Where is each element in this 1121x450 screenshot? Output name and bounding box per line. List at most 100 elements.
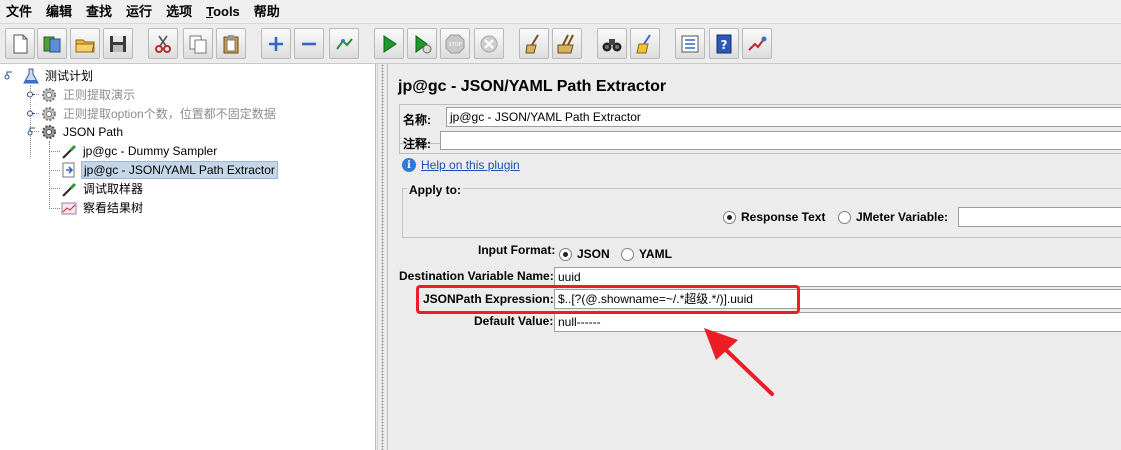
- annotation-arrow: [704, 328, 774, 396]
- svg-text:STOP: STOP: [448, 42, 461, 48]
- jmeter-variable-field[interactable]: [958, 207, 1121, 227]
- play-no-pause-icon: [415, 34, 432, 53]
- tree-toggle-handle[interactable]: [26, 127, 35, 136]
- tree-node-label: JSON Path: [63, 124, 124, 139]
- radio-unselected-icon: [621, 247, 634, 261]
- tree-node-test-plan[interactable]: 测试计划: [22, 66, 95, 85]
- json-label: JSON: [577, 247, 610, 261]
- name-label: 名称:: [403, 113, 431, 127]
- pipette-icon: [60, 142, 78, 160]
- tree-connector: [49, 170, 60, 171]
- remote-icon: [748, 36, 767, 51]
- tree-node-results-tree[interactable]: 察看结果树: [60, 198, 145, 217]
- menu-tools-mnemonic: T: [206, 3, 214, 19]
- gear-icon: [40, 105, 58, 123]
- svg-text:?: ?: [721, 38, 728, 52]
- reset-search-icon: [636, 33, 651, 53]
- default-value-field[interactable]: null------: [554, 312, 1121, 332]
- test-plan-flask-icon: [22, 67, 40, 85]
- cut-icon: [155, 35, 171, 53]
- help-button[interactable]: ?: [709, 28, 739, 59]
- shutdown-button[interactable]: [474, 28, 504, 59]
- help-link[interactable]: Help on this plugin: [421, 158, 520, 172]
- toggle-button[interactable]: [329, 28, 359, 59]
- minus-icon: [302, 42, 316, 45]
- radio-selected-icon: [559, 247, 572, 261]
- function-helper-button[interactable]: [675, 28, 705, 59]
- menu-run[interactable]: 运行: [119, 0, 159, 24]
- tree-connector: [49, 151, 60, 152]
- templates-button[interactable]: [37, 28, 67, 59]
- clear-button[interactable]: [519, 28, 549, 59]
- tree-connector: [49, 188, 60, 189]
- panel-splitter[interactable]: [377, 64, 388, 450]
- search-button[interactable]: [597, 28, 627, 59]
- start-button[interactable]: [374, 28, 404, 59]
- radio-selected-icon: [723, 210, 736, 224]
- save-button[interactable]: [103, 28, 133, 59]
- clear-all-button[interactable]: [552, 28, 582, 59]
- broom-icon: [525, 33, 539, 53]
- tree-node-thread-group[interactable]: JSON Path: [40, 122, 125, 141]
- menu-search[interactable]: 查找: [79, 0, 119, 24]
- menu-file[interactable]: 文件: [0, 0, 39, 24]
- splitter-grip: [381, 64, 384, 450]
- gear-icon: [40, 86, 58, 104]
- radio-unselected-icon: [838, 210, 851, 224]
- name-field[interactable]: jp@gc - JSON/YAML Path Extractor: [446, 107, 1121, 127]
- stop-button[interactable]: STOP: [440, 28, 470, 59]
- tree-toggle-handle[interactable]: [26, 109, 35, 118]
- open-icon: [75, 39, 95, 52]
- menu-edit[interactable]: 编辑: [39, 0, 79, 24]
- destination-variable-field[interactable]: uuid: [554, 267, 1121, 287]
- collapse-button[interactable]: [294, 28, 324, 59]
- list-icon: [681, 35, 699, 52]
- menu-help[interactable]: 帮助: [247, 0, 287, 24]
- tree-connector: [49, 208, 60, 209]
- menu-options[interactable]: 选项: [159, 0, 199, 24]
- response-text-radio[interactable]: Response Text: [723, 210, 825, 224]
- tree-node-extractor[interactable]: jp@gc - JSON/YAML Path Extractor: [60, 160, 278, 179]
- highlight-box: [416, 285, 800, 314]
- broom-all-icon: [557, 34, 574, 53]
- toolbar: STOP ?: [0, 24, 1121, 64]
- copy-button[interactable]: [183, 28, 213, 59]
- input-format-label: Input Format:: [478, 243, 556, 257]
- jmeter-variable-radio[interactable]: JMeter Variable:: [838, 210, 948, 224]
- menu-tools[interactable]: Tools: [199, 0, 247, 24]
- expand-button[interactable]: [261, 28, 291, 59]
- tree-node-label: 正则提取option个数，位置都不固定数据: [63, 107, 276, 121]
- tree-node-sampler[interactable]: jp@gc - Dummy Sampler: [60, 141, 219, 160]
- open-button[interactable]: [70, 28, 100, 59]
- comment-row: 注释:: [399, 128, 1121, 154]
- paste-button[interactable]: [216, 28, 246, 59]
- tree-node-label: 察看结果树: [83, 201, 144, 215]
- menu-tools-rest: ools: [213, 3, 240, 19]
- help-link-row[interactable]: i Help on this plugin: [402, 158, 520, 172]
- test-plan-tree[interactable]: 测试计划 正则提取演示 正则提取option个数，位置都不固定数据 JSON P…: [0, 64, 376, 450]
- tree-node-thread-group[interactable]: 正则提取option个数，位置都不固定数据: [40, 104, 278, 123]
- tree-node-label: 测试计划: [45, 69, 94, 83]
- menu-bar: 文件 编辑 查找 运行 选项 Tools 帮助: [0, 0, 1121, 24]
- tree-node-debug-sampler[interactable]: 调试取样器: [60, 179, 145, 198]
- templates-icon: [43, 36, 61, 52]
- stop-icon: STOP: [445, 34, 465, 53]
- remote-button[interactable]: [742, 28, 772, 59]
- tree-toggle-handle[interactable]: [26, 90, 35, 99]
- tree-node-label: 调试取样器: [83, 182, 144, 196]
- cut-button[interactable]: [148, 28, 178, 59]
- json-radio[interactable]: JSON: [559, 247, 610, 261]
- reset-search-button[interactable]: [630, 28, 660, 59]
- yaml-radio[interactable]: YAML: [621, 247, 672, 261]
- new-button[interactable]: [5, 28, 35, 59]
- chart-icon: [60, 199, 78, 217]
- toggle-icon: [336, 37, 353, 50]
- tree-node-thread-group[interactable]: 正则提取演示: [40, 85, 137, 104]
- info-icon: i: [402, 158, 416, 172]
- destination-variable-label: Destination Variable Name:: [399, 269, 554, 283]
- yaml-label: YAML: [639, 247, 672, 261]
- start-no-pause-button[interactable]: [407, 28, 437, 59]
- play-icon: [383, 34, 397, 53]
- tree-toggle-handle[interactable]: [4, 71, 13, 80]
- comment-field[interactable]: [440, 131, 1121, 150]
